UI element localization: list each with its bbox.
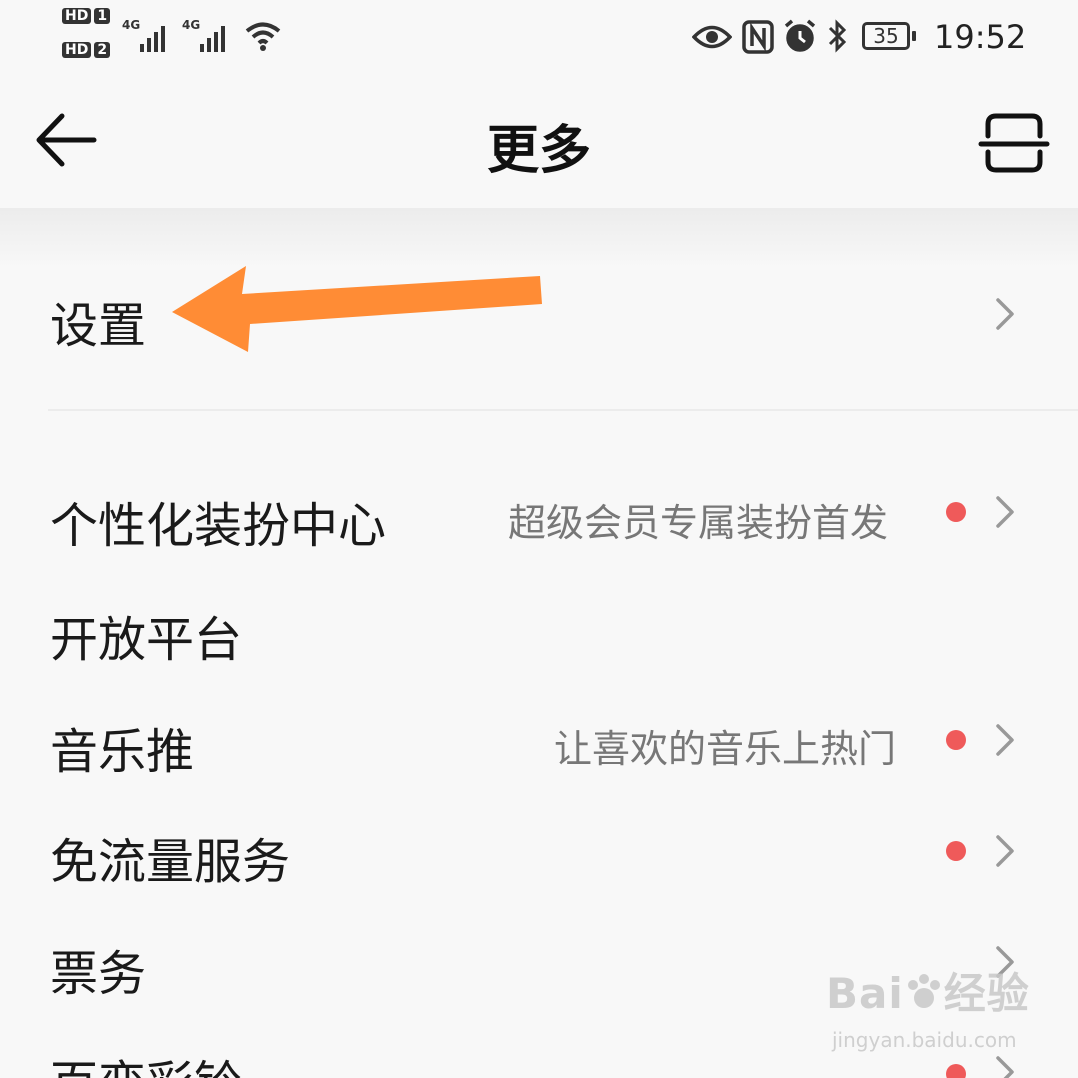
hd-indicator-2: HD 2 <box>62 42 113 58</box>
battery-icon: 35 <box>862 22 916 50</box>
sim2-signal-icon <box>200 24 225 52</box>
header-shadow <box>0 208 1078 268</box>
sim1-signal-icon <box>140 24 165 52</box>
menu-item-label: 百变彩铃 <box>50 1044 242 1078</box>
nfc-icon <box>742 20 774 54</box>
baidu-watermark: Bai 经验 jingyan.baidu.com <box>826 960 1030 1052</box>
menu-item-free-data[interactable]: 免流量服务 <box>0 796 1078 906</box>
section-divider <box>48 409 1078 411</box>
wifi-icon <box>245 22 281 51</box>
watermark-brand: Bai <box>826 969 904 1018</box>
menu-item-subtitle: 超级会员专属装扮首发 <box>508 501 889 545</box>
menu-item-label: 免流量服务 <box>50 834 291 890</box>
menu-item-label: 音乐推 <box>50 724 195 780</box>
title-bar: 更多 <box>0 80 1078 208</box>
scan-icon[interactable] <box>978 112 1050 174</box>
status-bar: HD 1 HD 2 4G 4G 35 19:52 <box>0 0 1078 80</box>
annotation-arrow <box>172 266 542 352</box>
clock: 19:52 <box>934 18 1027 56</box>
menu-item-label: 个性化装扮中心 <box>50 498 387 554</box>
sim2-network-type: 4G <box>182 18 201 32</box>
sim1-network-type: 4G <box>122 18 141 32</box>
page-title: 更多 <box>486 121 591 181</box>
menu-item-subtitle: 让喜欢的音乐上热门 <box>554 727 897 771</box>
menu-item-theme-center[interactable]: 个性化装扮中心 超级会员专属装扮首发 <box>0 460 1078 570</box>
notification-dot <box>946 502 966 522</box>
bluetooth-icon <box>828 19 847 53</box>
notification-dot <box>946 841 966 861</box>
chevron-right-icon <box>996 298 1014 330</box>
chevron-right-icon <box>996 835 1014 867</box>
alarm-icon <box>784 19 816 52</box>
chevron-right-icon <box>996 496 1014 528</box>
notification-dot <box>946 730 966 750</box>
watermark-url: jingyan.baidu.com <box>832 1028 1017 1052</box>
menu-item-label: 开放平台 <box>50 612 243 668</box>
notification-dot <box>946 1064 966 1078</box>
hd-indicator-1: HD 1 <box>62 8 113 24</box>
menu-item-music-promote[interactable]: 音乐推 让喜欢的音乐上热门 <box>0 686 1078 796</box>
menu-item-open-platform[interactable]: 开放平台 <box>0 576 1078 686</box>
chevron-right-icon <box>996 1056 1014 1078</box>
menu-item-label: 票务 <box>50 946 147 1002</box>
chevron-right-icon <box>996 724 1014 756</box>
eye-icon <box>692 25 732 49</box>
paw-icon <box>907 974 940 1008</box>
watermark-cn: 经验 <box>943 969 1030 1018</box>
settings-label: 设置 <box>50 298 147 354</box>
